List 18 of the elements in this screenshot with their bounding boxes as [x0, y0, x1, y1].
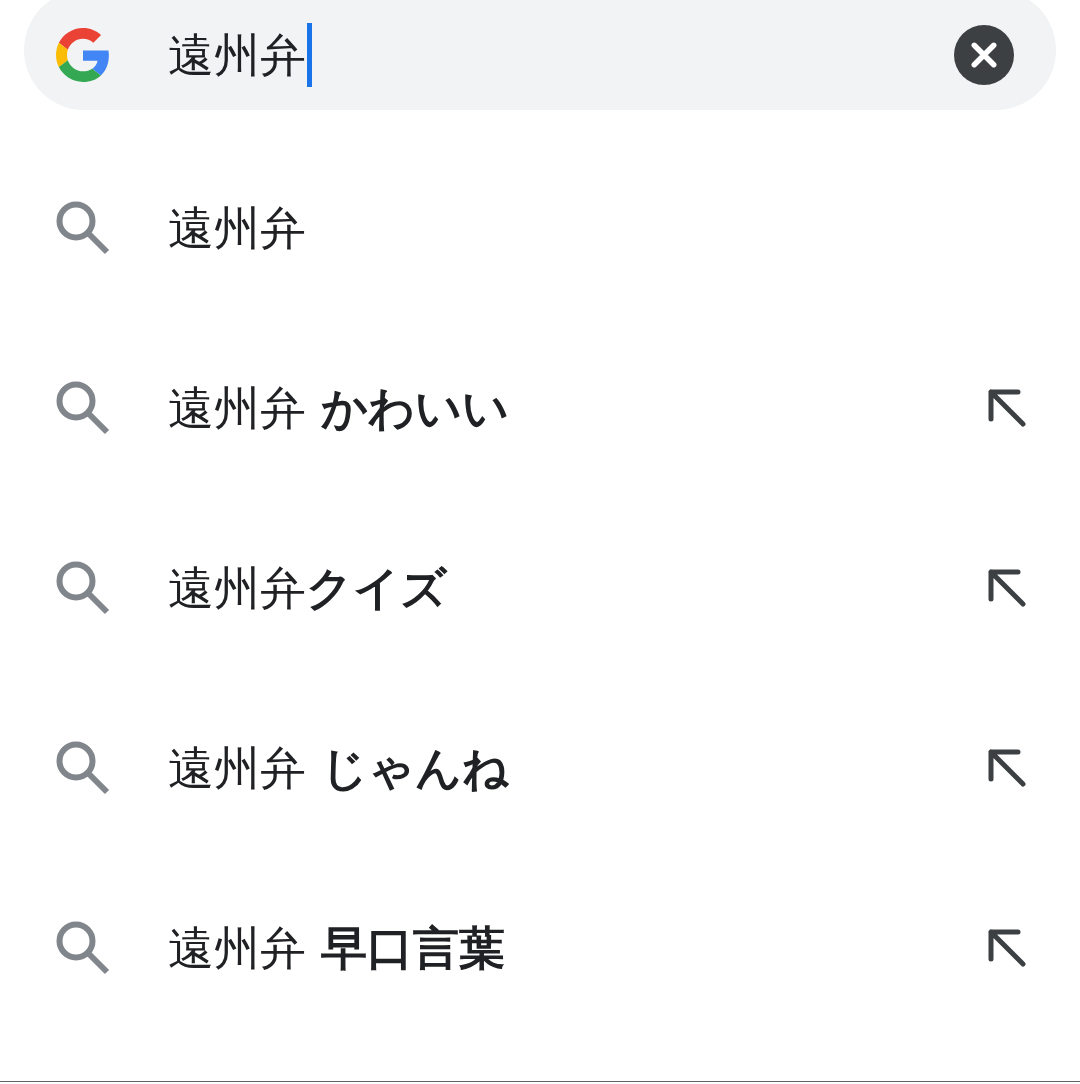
suggestion-text[interactable]: 遠州弁クイズ — [168, 558, 447, 618]
search-icon — [56, 921, 110, 975]
suggestion-text[interactable]: 遠州弁 じゃんね — [168, 738, 509, 798]
search-icon — [56, 201, 110, 255]
suggestion-text[interactable]: 遠州弁 早口言葉 — [168, 918, 505, 978]
arrow-up-left-icon[interactable] — [988, 389, 1026, 427]
arrow-up-left-icon[interactable] — [988, 929, 1026, 967]
arrow-up-left-icon[interactable] — [988, 569, 1026, 607]
search-icon — [56, 561, 110, 615]
close-icon — [971, 42, 997, 68]
suggestion-text[interactable]: 遠州弁 — [168, 198, 306, 258]
search-icon — [56, 741, 110, 795]
search-icon — [56, 381, 110, 435]
suggestion-text[interactable]: 遠州弁 かわいい — [168, 378, 509, 438]
clear-button[interactable] — [954, 25, 1014, 85]
search-field[interactable]: 遠州弁 — [168, 23, 954, 87]
arrow-up-left-icon[interactable] — [988, 749, 1026, 787]
g-logo-icon — [56, 28, 110, 82]
